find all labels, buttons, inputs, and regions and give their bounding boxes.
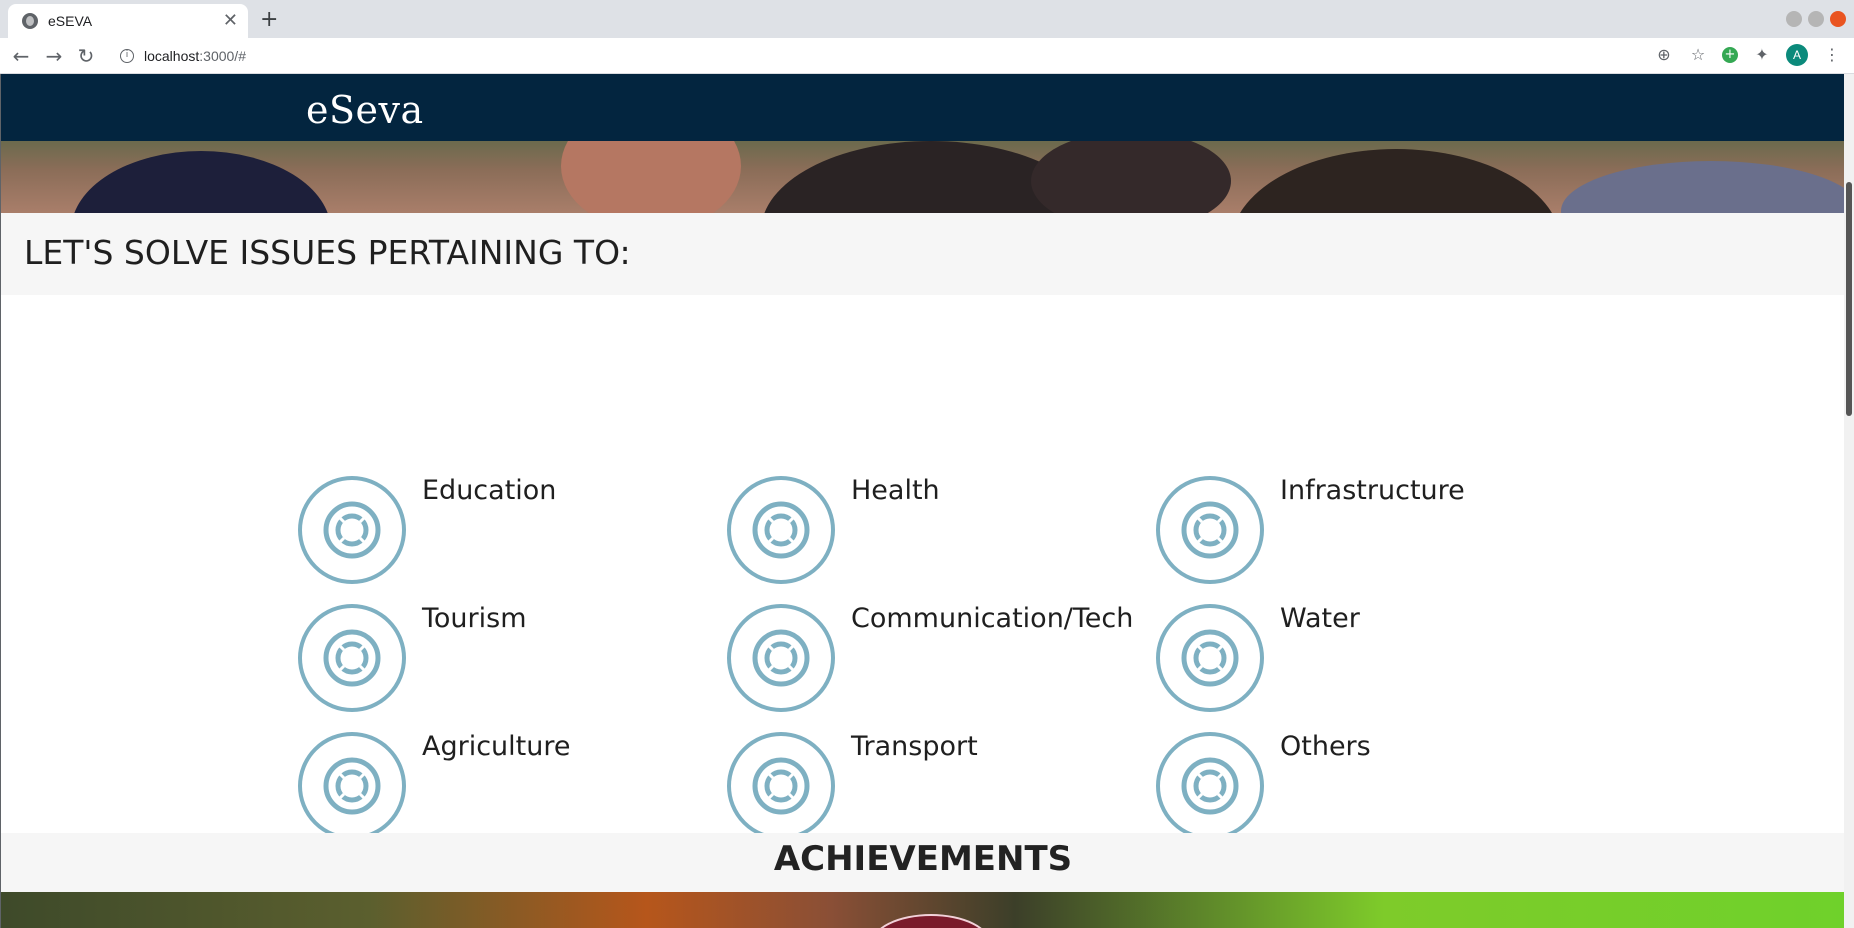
category-label: Health xyxy=(851,475,940,506)
lifebuoy-icon xyxy=(298,476,406,584)
category-grid: Education Health Infrastructure Tourism … xyxy=(1,295,1845,840)
url-host: localhost xyxy=(144,48,200,64)
category-label: Water xyxy=(1280,603,1360,634)
info-icon[interactable]: i xyxy=(120,49,134,63)
extension-add-icon[interactable]: + xyxy=(1722,47,1738,63)
lifebuoy-icon xyxy=(727,732,835,840)
close-window-icon[interactable] xyxy=(1830,11,1846,27)
site-header: eSeva xyxy=(1,74,1854,141)
browser-toolbar: ← → ↻ i localhost:3000/# ⊕ ☆ + ✦ A ⋮ xyxy=(0,38,1854,74)
page-viewport: eSeva LET'S SOLVE ISSUES PERTAINING TO: … xyxy=(0,74,1854,928)
category-label: Infrastructure xyxy=(1280,475,1465,506)
url-text[interactable]: localhost:3000/# xyxy=(144,48,246,64)
lifebuoy-icon xyxy=(727,476,835,584)
lifebuoy-icon xyxy=(1156,604,1264,712)
browser-tab[interactable]: eSEVA ✕ xyxy=(8,4,248,38)
site-logo[interactable]: eSeva xyxy=(306,88,424,132)
category-label: Transport xyxy=(851,731,978,762)
lifebuoy-icon xyxy=(1156,476,1264,584)
puzzle-icon[interactable]: ✦ xyxy=(1752,45,1772,65)
new-tab-button[interactable]: + xyxy=(260,7,278,32)
category-label: Agriculture xyxy=(422,731,571,762)
achievements-band: ACHIEVEMENTS xyxy=(1,833,1845,892)
category-transport[interactable]: Transport xyxy=(726,731,1146,841)
lifebuoy-icon xyxy=(727,604,835,712)
category-label: Education xyxy=(422,475,557,506)
category-communication-tech[interactable]: Communication/Tech xyxy=(726,603,1146,713)
tab-close-icon[interactable]: ✕ xyxy=(223,12,238,30)
category-education[interactable]: Education xyxy=(297,475,717,585)
window-controls xyxy=(1786,11,1846,27)
category-others[interactable]: Others xyxy=(1155,731,1575,841)
lifebuoy-icon xyxy=(298,732,406,840)
issues-heading-band: LET'S SOLVE ISSUES PERTAINING TO: xyxy=(1,213,1845,295)
menu-kebab-icon[interactable]: ⋮ xyxy=(1822,45,1842,65)
category-agriculture[interactable]: Agriculture xyxy=(297,731,717,841)
back-arrow-icon[interactable]: ← xyxy=(8,43,34,69)
forward-arrow-icon[interactable]: → xyxy=(41,43,67,69)
category-tourism[interactable]: Tourism xyxy=(297,603,717,713)
url-path: :3000/# xyxy=(199,48,246,64)
star-icon[interactable]: ☆ xyxy=(1688,45,1708,65)
category-label: Others xyxy=(1280,731,1371,762)
hero-image xyxy=(1,141,1854,213)
issues-heading: LET'S SOLVE ISSUES PERTAINING TO: xyxy=(24,233,631,272)
category-health[interactable]: Health xyxy=(726,475,1146,585)
category-infrastructure[interactable]: Infrastructure xyxy=(1155,475,1575,585)
category-label: Tourism xyxy=(422,603,527,634)
page-scrollbar[interactable] xyxy=(1844,74,1854,928)
achievements-heading: ACHIEVEMENTS xyxy=(773,839,1073,879)
achievements-image xyxy=(1,892,1845,928)
scrollbar-thumb[interactable] xyxy=(1846,182,1852,416)
lifebuoy-icon xyxy=(1156,732,1264,840)
maximize-icon[interactable] xyxy=(1808,11,1824,27)
zoom-icon[interactable]: ⊕ xyxy=(1654,45,1674,65)
tab-title: eSEVA xyxy=(48,13,93,29)
globe-icon xyxy=(22,13,38,29)
browser-tab-bar: eSEVA ✕ + xyxy=(0,0,1854,38)
minimize-icon[interactable] xyxy=(1786,11,1802,27)
lifebuoy-icon xyxy=(298,604,406,712)
reload-icon[interactable]: ↻ xyxy=(73,43,99,69)
category-water[interactable]: Water xyxy=(1155,603,1575,713)
category-label: Communication/Tech xyxy=(851,603,1134,634)
toolbar-actions: ⊕ ☆ + ✦ A ⋮ xyxy=(1654,44,1842,66)
profile-avatar[interactable]: A xyxy=(1786,44,1808,66)
address-bar[interactable]: i localhost:3000/# xyxy=(108,42,1708,70)
